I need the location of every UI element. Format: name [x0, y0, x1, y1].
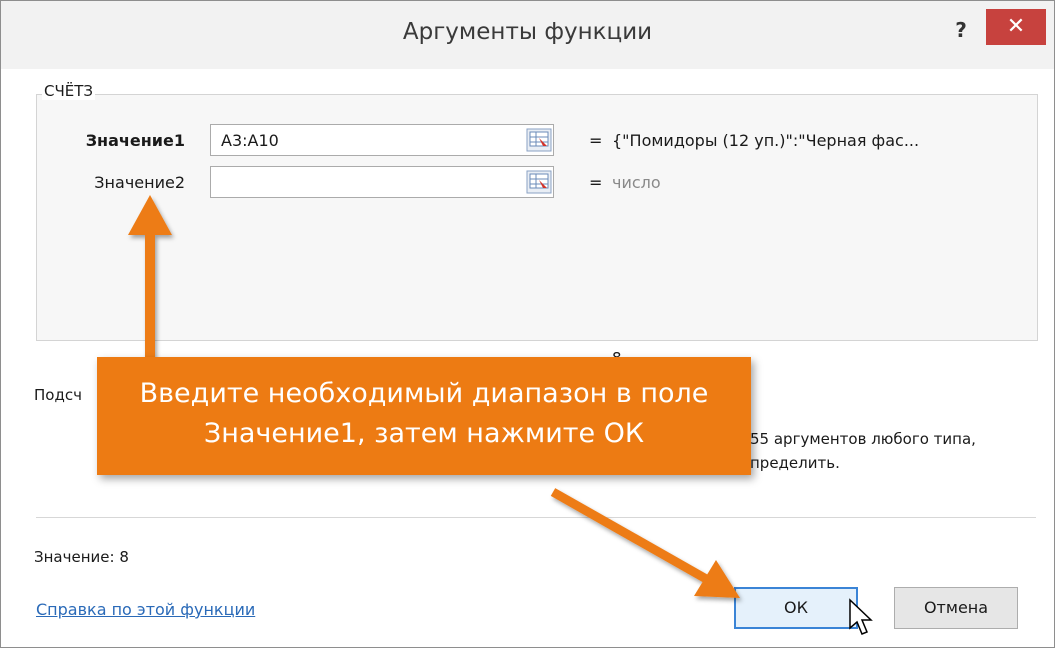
help-link[interactable]: Справка по этой функции — [36, 600, 255, 619]
separator — [36, 517, 1036, 518]
dialog-title: Аргументы функции — [402, 19, 653, 45]
arg1-value: A3:A10 — [221, 131, 279, 150]
callout-line1: Введите необходимый диапазон в поле — [139, 378, 709, 409]
callout-line2: Значение1, затем нажмите ОК — [203, 418, 645, 449]
arg2-label: Значение2 — [94, 173, 185, 192]
arg1-label: Значение1 — [85, 131, 185, 150]
function-description: Подсч — [34, 386, 82, 404]
cancel-button[interactable]: Отмена — [894, 587, 1018, 629]
help-button[interactable]: ? — [949, 15, 973, 45]
result-label-text: Значение: — [34, 548, 115, 566]
result-value: 8 — [119, 548, 129, 566]
instruction-callout: Введите необходимый диапазон в поле Знач… — [97, 357, 751, 475]
mouse-pointer-icon — [849, 598, 873, 635]
function-name: СЧЁТЗ — [42, 82, 96, 100]
argument-hint-line1: 55 аргументов любого типа, — [750, 430, 976, 448]
close-button[interactable]: ✕ — [986, 9, 1046, 45]
dialog-body: СЧЁТЗ Значение1 A3:A10 = {"Помидоры (12 … — [14, 69, 1041, 634]
function-arguments-dialog: Аргументы функции ? ✕ СЧЁТЗ Значение1 A3… — [0, 0, 1055, 648]
arg1-equals: = — [589, 131, 603, 150]
result-label: Значение: 8 — [34, 548, 129, 566]
range-collapse-icon[interactable] — [526, 128, 552, 152]
arg1-input[interactable]: A3:A10 — [210, 124, 554, 156]
arg2-equals: = — [589, 173, 603, 192]
argument-hint-line2: пределить. — [750, 454, 840, 472]
ok-button[interactable]: ОК — [734, 587, 858, 629]
arg1-result: {"Помидоры (12 уп.)":"Черная фас... — [612, 131, 920, 150]
range-collapse-icon[interactable] — [526, 170, 552, 194]
arg2-input[interactable] — [210, 166, 554, 198]
arg2-result: число — [612, 173, 661, 192]
title-bar: Аргументы функции ? ✕ — [1, 1, 1054, 69]
